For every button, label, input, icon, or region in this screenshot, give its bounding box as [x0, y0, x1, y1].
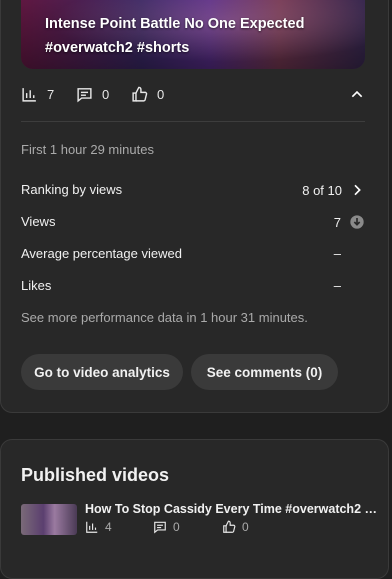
published-video-thumbnail[interactable]: [21, 504, 77, 535]
likes-value: –: [333, 278, 341, 293]
video-title-line-2: #overwatch2 #shorts: [45, 40, 190, 56]
views-label: Views: [21, 214, 56, 229]
published-video-comments-count: 0: [173, 520, 180, 534]
video-title-line-1: Intense Point Battle No One Expected: [45, 16, 305, 32]
published-video-comments: 0: [153, 520, 180, 534]
views-row: Views 7: [21, 214, 365, 230]
views-value: 7: [333, 214, 341, 230]
thumbs-up-icon: [223, 520, 236, 533]
more-performance-note: See more performance data in 1 hour 31 m…: [21, 310, 308, 325]
comment-icon: [154, 521, 166, 534]
ranking-row[interactable]: Ranking by views 8 of 10: [21, 182, 365, 198]
ranking-label: Ranking by views: [21, 182, 123, 197]
bar-chart-icon: [22, 88, 36, 102]
performance-period: First 1 hour 29 minutes: [21, 142, 154, 157]
ranking-value: 8 of 10: [302, 182, 342, 198]
likes-stat: 0: [131, 86, 164, 103]
bar-chart-icon: [86, 521, 98, 533]
views-stat: 7: [21, 86, 54, 103]
see-comments-button[interactable]: See comments (0): [191, 354, 338, 390]
divider: [21, 121, 365, 122]
published-video-views: 4: [85, 520, 112, 534]
go-to-analytics-button[interactable]: Go to video analytics: [21, 354, 183, 390]
published-video-likes: 0: [222, 520, 249, 534]
likes-row: Likes –: [21, 278, 365, 293]
chevron-up-icon[interactable]: [349, 86, 365, 102]
likes-count: 0: [157, 87, 165, 102]
comment-icon: [77, 88, 92, 103]
published-video-views-count: 4: [105, 520, 112, 534]
views-count: 7: [47, 87, 55, 102]
avg-viewed-value: –: [333, 246, 341, 261]
comments-count: 0: [102, 87, 110, 102]
likes-label: Likes: [21, 278, 52, 293]
chevron-right-icon[interactable]: [349, 182, 365, 198]
avg-viewed-row: Average percentage viewed –: [21, 246, 365, 261]
avg-viewed-label: Average percentage viewed: [21, 246, 182, 261]
video-title[interactable]: Intense Point Battle No One Expected #ov…: [45, 12, 345, 60]
published-video-likes-count: 0: [242, 520, 249, 534]
comments-stat: 0: [76, 86, 109, 103]
published-videos-heading: Published videos: [21, 465, 170, 485]
arrow-down-circle-icon: [350, 215, 364, 229]
thumbs-up-icon: [132, 86, 148, 102]
published-video-title[interactable]: How To Stop Cassidy Every Time #overwatc…: [85, 502, 377, 516]
